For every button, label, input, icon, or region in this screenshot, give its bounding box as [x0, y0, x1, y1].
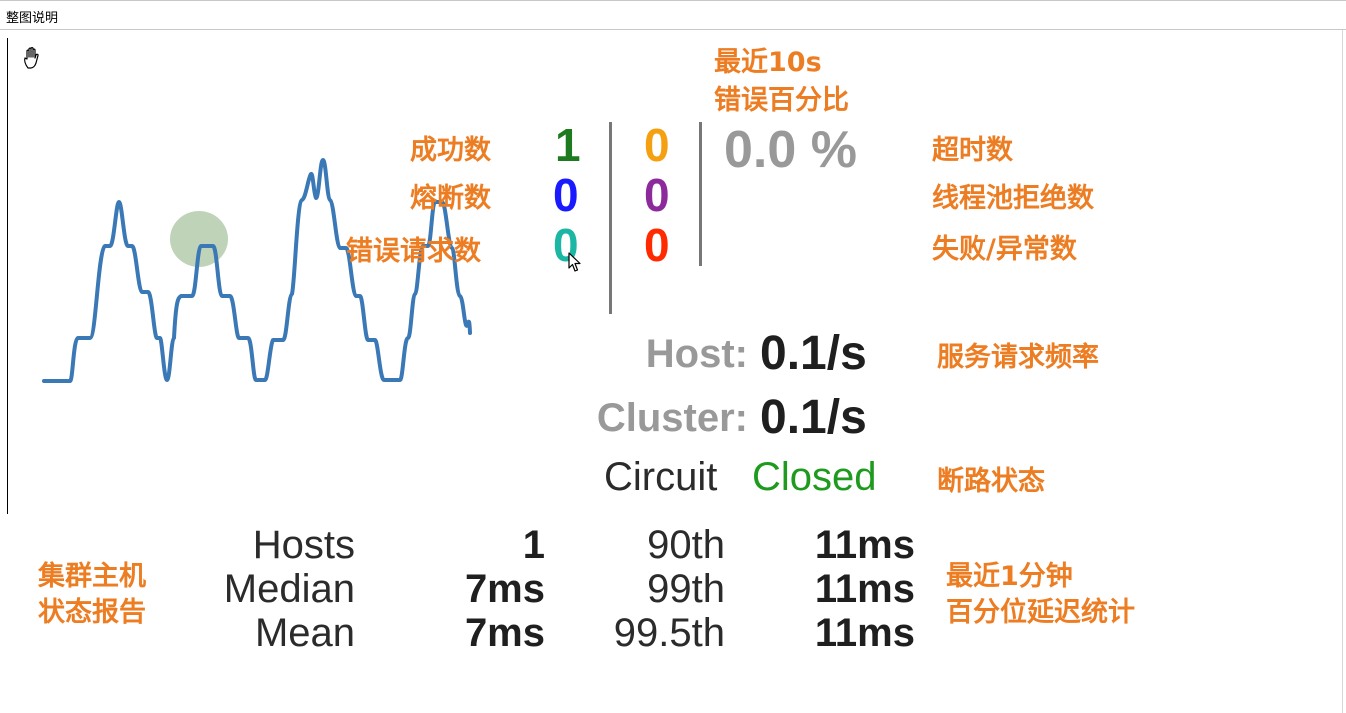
- hand-cursor-icon: [24, 47, 39, 69]
- circuit-state-annotation: 断路状态: [937, 466, 1045, 497]
- failure-count: 0: [644, 219, 670, 271]
- stats-label-mean: Mean: [254, 611, 355, 655]
- circuit-status: Closed: [752, 455, 877, 499]
- stats-label-median: Median: [223, 567, 355, 611]
- host-rate-value: 0.1/s: [760, 327, 867, 380]
- host-rate-label: Host:: [645, 332, 748, 376]
- hosts-report-line1: 集群主机: [38, 561, 146, 592]
- rejected-count: 0: [644, 169, 670, 221]
- stats-value-median: 7ms: [464, 567, 545, 611]
- counter-divider-1: [609, 122, 612, 314]
- frame-right-border: [1342, 30, 1343, 713]
- percentile-label-90: 90th: [647, 523, 725, 567]
- percentile-line2: 百分位延迟统计: [946, 597, 1135, 628]
- error-pct-note-line2: 错误百分比: [714, 85, 849, 116]
- counter-divider-2: [699, 122, 702, 266]
- window-title: 整图说明: [6, 11, 59, 26]
- stats-value-mean: 7ms: [464, 611, 545, 655]
- timeout-count: 0: [644, 119, 670, 171]
- stats-value-hosts: 1: [522, 523, 545, 567]
- percentile-value-99: 11ms: [814, 567, 915, 611]
- percentile-value-99-5: 11ms: [814, 611, 915, 655]
- percentile-label-99: 99th: [647, 567, 725, 611]
- sparkline-line: [42, 158, 472, 383]
- rate-annotation: 服务请求频率: [937, 342, 1099, 373]
- short-circuited-count: 0: [553, 169, 579, 221]
- percentile-label-99-5: 99.5th: [613, 611, 725, 655]
- mouse-pointer-icon: [568, 252, 581, 272]
- success-annotation: 成功数: [410, 135, 491, 166]
- cluster-rate-label: Cluster:: [596, 396, 748, 440]
- stats-label-hosts: Hosts: [252, 523, 355, 567]
- cluster-rate-value: 0.1/s: [760, 391, 867, 444]
- percentile-line1: 最近1分钟: [946, 561, 1073, 592]
- rejected-annotation: 线程池拒绝数: [932, 183, 1094, 214]
- failure-annotation: 失败/异常数: [932, 234, 1077, 265]
- error-pct-note-line1: 最近10s: [714, 47, 822, 78]
- hosts-report-line2: 状态报告: [38, 597, 146, 628]
- percentile-value-90: 11ms: [814, 523, 915, 567]
- bad-request-annotation: 错误请求数: [346, 236, 481, 267]
- circuit-label: Circuit: [604, 455, 718, 499]
- error-percentage: 0.0 %: [724, 121, 857, 179]
- success-count: 1: [555, 119, 581, 171]
- timeout-annotation: 超时数: [932, 135, 1013, 166]
- window-titlebar: 整图说明: [0, 0, 1346, 30]
- short-circuited-annotation: 熔断数: [410, 183, 491, 214]
- frame-left-border: [7, 38, 8, 514]
